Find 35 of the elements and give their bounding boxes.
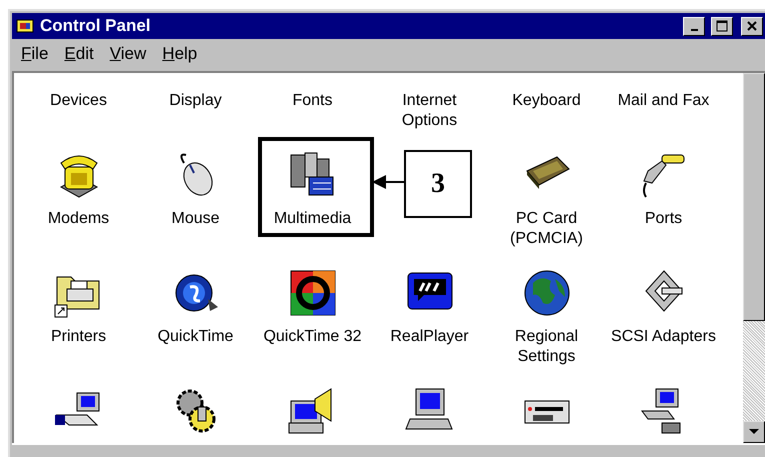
item-label[interactable]: Fonts — [292, 91, 332, 111]
item-label[interactable]: QuickTime 32 — [263, 327, 362, 347]
item-label[interactable]: Printers — [50, 327, 106, 347]
menu-item[interactable]: View — [102, 42, 154, 66]
item-label[interactable]: Devices — [50, 91, 107, 111]
minimize-button[interactable] — [683, 16, 705, 36]
item-label[interactable]: PC Card (PCMCIA) — [490, 209, 602, 249]
item-label[interactable]: Keyboard — [512, 91, 581, 111]
item-label[interactable]: Multimedia — [274, 209, 352, 229]
close-button[interactable] — [741, 16, 763, 36]
close-icon — [746, 20, 758, 32]
item-label[interactable]: Display — [169, 91, 222, 111]
item-label[interactable]: Ports — [644, 209, 682, 229]
item-label[interactable]: SCSI Adapters — [611, 327, 716, 347]
item-label[interactable]: RealPlayer — [390, 327, 469, 347]
scroll-thumb[interactable] — [743, 73, 765, 321]
pointer-arrow — [372, 174, 406, 190]
item-label[interactable]: Modems — [48, 209, 110, 229]
minimize-icon — [690, 29, 698, 31]
window-title: Control Panel — [40, 16, 152, 36]
menu-item[interactable]: Help — [155, 42, 204, 66]
scrollbar[interactable] — [743, 73, 765, 443]
menu-item[interactable]: File — [14, 42, 56, 66]
control-panel-icon — [16, 18, 34, 34]
scroll-down-button[interactable] — [743, 421, 765, 443]
item-label[interactable]: Regional Settings — [490, 327, 602, 367]
callout-number: 3 — [404, 150, 472, 218]
maximize-button[interactable] — [711, 16, 733, 36]
item-label[interactable]: Mail and Fax — [618, 91, 710, 111]
item-label[interactable]: QuickTime — [158, 327, 234, 347]
item-label[interactable]: Internet Options — [374, 91, 486, 131]
item-label[interactable]: Mouse — [171, 209, 220, 229]
menu-item[interactable]: Edit — [57, 42, 101, 66]
maximize-icon — [716, 20, 728, 32]
down-arrow-icon — [749, 429, 759, 435]
